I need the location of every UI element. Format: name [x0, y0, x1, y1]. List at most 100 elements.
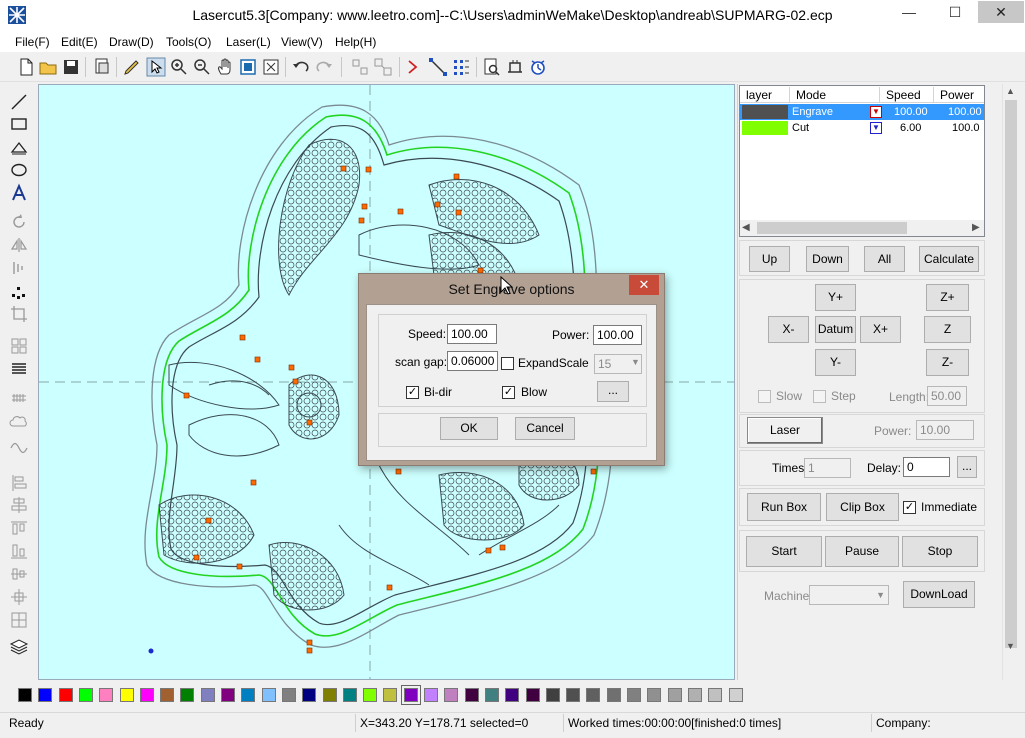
align-top-icon[interactable]: [9, 518, 29, 538]
column-header-speed[interactable]: Speed: [880, 87, 934, 103]
length-input[interactable]: 50.00: [927, 386, 967, 406]
cancel-button[interactable]: Cancel: [515, 417, 575, 440]
scroll-left-icon[interactable]: ◀: [742, 220, 750, 236]
node-edit-icon[interactable]: [428, 57, 448, 77]
z-datum-button[interactable]: Z Datum: [924, 316, 971, 361]
array-icon[interactable]: [451, 57, 471, 77]
ungroup-icon[interactable]: [373, 57, 393, 77]
zoom-fit-icon[interactable]: [261, 57, 281, 77]
mode-dropdown-icon[interactable]: ▼: [870, 122, 882, 134]
start-button[interactable]: Start: [746, 536, 822, 567]
menu-tools[interactable]: Tools(O): [166, 33, 211, 51]
select-arrow-icon[interactable]: [146, 57, 166, 77]
ok-button[interactable]: OK: [440, 417, 498, 440]
align-left-icon[interactable]: [9, 473, 29, 493]
scroll-thumb[interactable]: [757, 222, 907, 234]
palette-swatch[interactable]: [668, 688, 682, 702]
run-box-button[interactable]: Run Box: [747, 493, 821, 521]
z-minus-button[interactable]: Z-: [926, 349, 969, 376]
menu-file[interactable]: File(F): [15, 33, 50, 51]
palette-swatch[interactable]: [18, 688, 32, 702]
palette-swatch[interactable]: [485, 688, 499, 702]
scroll-right-icon[interactable]: ▶: [972, 220, 980, 236]
palette-swatch[interactable]: [546, 688, 560, 702]
palette-swatch[interactable]: [708, 688, 722, 702]
mirror-v-icon[interactable]: [9, 258, 29, 278]
palette-swatch[interactable]: [444, 688, 458, 702]
crop-icon[interactable]: [9, 304, 29, 324]
redo-icon[interactable]: [314, 57, 334, 77]
up-button[interactable]: Up: [749, 246, 790, 272]
palette-swatch[interactable]: [566, 688, 580, 702]
palette-swatch[interactable]: [140, 688, 154, 702]
palette-swatch[interactable]: [59, 688, 73, 702]
x-minus-button[interactable]: X-: [768, 316, 809, 343]
palette-swatch[interactable]: [401, 685, 421, 705]
column-header-layer[interactable]: layer: [740, 87, 790, 103]
more-options-button[interactable]: ...: [597, 381, 629, 402]
laser-path-icon[interactable]: [405, 57, 425, 77]
y-plus-button[interactable]: Y+: [815, 284, 856, 311]
close-window-button[interactable]: ✕: [978, 1, 1024, 23]
import-icon[interactable]: [92, 57, 112, 77]
table-row[interactable]: Engrave ▼ 100.00 100.00: [740, 104, 984, 120]
slow-checkbox[interactable]: [758, 390, 771, 403]
palette-swatch[interactable]: [120, 688, 134, 702]
laser-button[interactable]: Laser: [747, 417, 823, 444]
palette-swatch[interactable]: [241, 688, 255, 702]
palette-swatch[interactable]: [688, 688, 702, 702]
zoom-page-icon[interactable]: [238, 57, 258, 77]
z-plus-button[interactable]: Z+: [926, 284, 969, 311]
wave-icon[interactable]: [9, 436, 29, 456]
line-icon[interactable]: [9, 92, 29, 112]
ellipse-icon[interactable]: [9, 160, 29, 180]
palette-swatch[interactable]: [99, 688, 113, 702]
align-center-icon[interactable]: [9, 495, 29, 515]
palette-swatch[interactable]: [38, 688, 52, 702]
preview-icon[interactable]: [482, 57, 502, 77]
x-plus-button[interactable]: X+: [860, 316, 901, 343]
menu-edit[interactable]: Edit(E): [61, 33, 98, 51]
menu-draw[interactable]: Draw(D): [109, 33, 154, 51]
expand-scale-checkbox[interactable]: [501, 357, 514, 370]
palette-swatch[interactable]: [79, 688, 93, 702]
immediate-checkbox[interactable]: ✓: [903, 501, 916, 514]
palette-swatch[interactable]: [627, 688, 641, 702]
distribute-icon[interactable]: [9, 587, 29, 607]
step-checkbox[interactable]: [813, 390, 826, 403]
vertical-scrollbar[interactable]: ▲ ▼: [1002, 84, 1019, 680]
palette-swatch[interactable]: [180, 688, 194, 702]
scan-gap-input[interactable]: 0.06000: [447, 351, 498, 371]
timer-icon[interactable]: [528, 57, 548, 77]
times-input[interactable]: 1: [804, 458, 851, 478]
open-folder-icon[interactable]: [38, 57, 58, 77]
machine-select[interactable]: ▼: [809, 585, 889, 605]
new-file-icon[interactable]: [16, 57, 36, 77]
download-button[interactable]: DownLoad: [903, 581, 975, 608]
menu-help[interactable]: Help(H): [335, 33, 376, 51]
layers-icon[interactable]: [9, 636, 29, 656]
palette-swatch[interactable]: [465, 688, 479, 702]
delay-more-button[interactable]: ...: [957, 456, 977, 478]
menu-laser[interactable]: Laser(L): [226, 33, 271, 51]
column-header-mode[interactable]: Mode: [790, 87, 880, 103]
palette-swatch[interactable]: [302, 688, 316, 702]
mode-dropdown-icon[interactable]: ▼: [870, 106, 882, 118]
bi-dir-checkbox[interactable]: ✓: [406, 386, 419, 399]
stop-button[interactable]: Stop: [902, 536, 978, 567]
datum-button[interactable]: Datum: [815, 316, 856, 343]
palette-swatch[interactable]: [505, 688, 519, 702]
menu-view[interactable]: View(V): [281, 33, 323, 51]
minimize-button[interactable]: —: [886, 1, 932, 23]
dialog-close-button[interactable]: ✕: [629, 275, 659, 295]
mirror-h-icon[interactable]: [9, 235, 29, 255]
hatch-icon[interactable]: [9, 388, 29, 408]
palette-swatch[interactable]: [607, 688, 621, 702]
group-icon[interactable]: [350, 57, 370, 77]
power-input[interactable]: 100.00: [593, 325, 642, 345]
text-icon[interactable]: [9, 183, 29, 203]
palette-swatch[interactable]: [526, 688, 540, 702]
palette-swatch[interactable]: [729, 688, 743, 702]
down-button[interactable]: Down: [806, 246, 849, 272]
save-icon[interactable]: [61, 57, 81, 77]
